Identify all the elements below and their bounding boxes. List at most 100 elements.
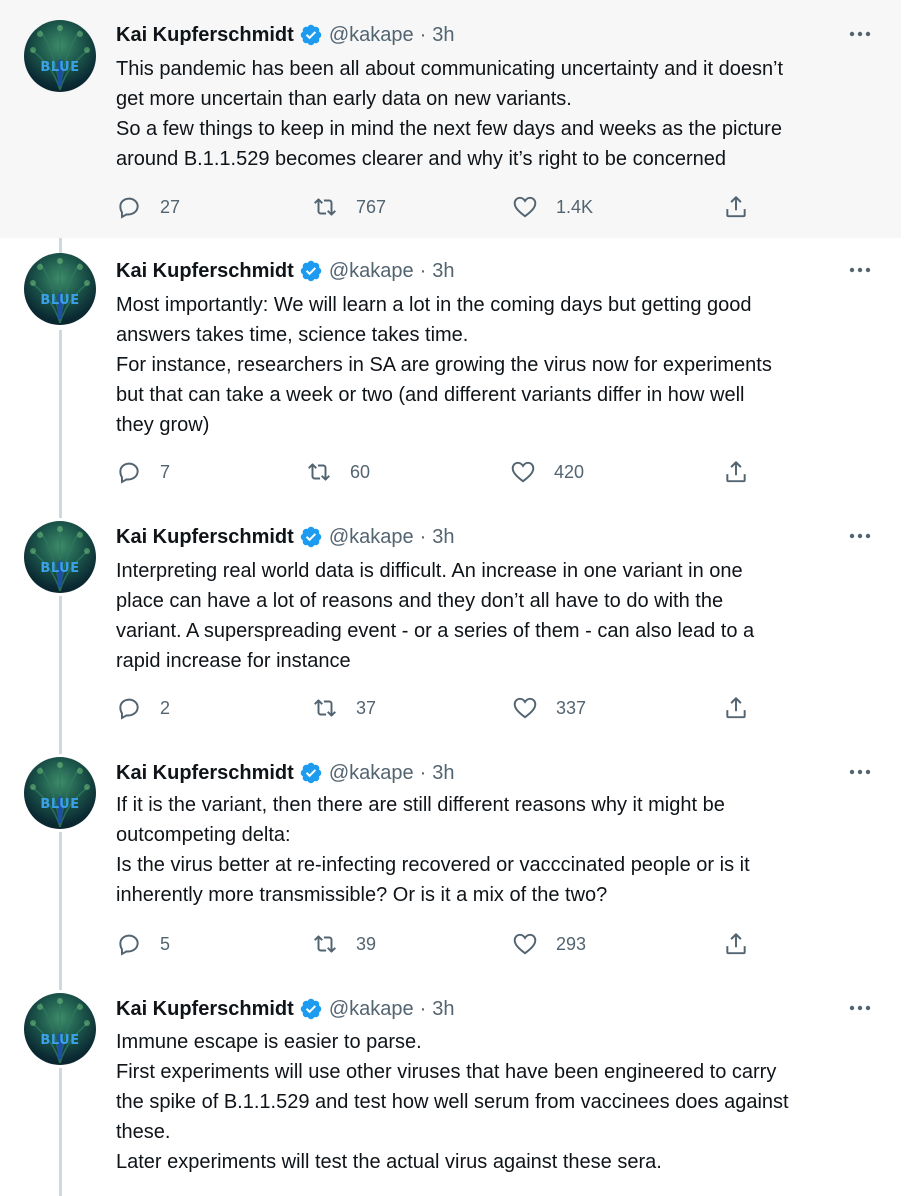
tweet-line: these.: [116, 1121, 171, 1143]
retweet-icon: [314, 699, 336, 717]
author-handle[interactable]: @kakape: [329, 24, 414, 47]
timestamp[interactable]: 3h: [432, 762, 454, 785]
tweet-line: First experiments will use other viruses…: [116, 1061, 777, 1083]
avatar[interactable]: BLUE: [24, 20, 96, 92]
share-button[interactable]: [723, 192, 749, 222]
separator: ·: [419, 525, 427, 548]
reply-icon: [119, 197, 139, 219]
avatar[interactable]: BLUE: [24, 993, 96, 1065]
retweet-count: 37: [356, 697, 377, 718]
author-name[interactable]: Kai Kupferschmidt: [116, 998, 294, 1021]
retweet-icon: [314, 198, 336, 216]
retweet-button[interactable]: 39: [312, 929, 376, 959]
reply-button[interactable]: 27: [116, 192, 180, 222]
like-button[interactable]: 337: [512, 693, 586, 723]
author-handle[interactable]: @kakape: [329, 260, 414, 283]
reply-button[interactable]: 2: [116, 693, 170, 723]
timestamp[interactable]: 3h: [432, 526, 454, 549]
retweet-button[interactable]: 60: [306, 457, 370, 487]
share-button[interactable]: [723, 693, 749, 723]
author-name[interactable]: Kai Kupferschmidt: [116, 762, 294, 785]
tweet[interactable]: BLUE Kai Kupferschmidt @kakape · 3h Inte…: [0, 504, 901, 740]
like-button[interactable]: 420: [510, 457, 584, 487]
tweet[interactable]: BLUE Kai Kupferschmidt @kakape · 3h This…: [0, 0, 901, 238]
tweet-thread: BLUE Kai Kupferschmidt @kakape · 3h This…: [0, 0, 901, 1196]
author-name[interactable]: Kai Kupferschmidt: [116, 526, 294, 549]
separator: ·: [419, 259, 427, 282]
like-button[interactable]: 1.4K: [512, 192, 593, 222]
tweet-line: Is the virus better at re-infecting reco…: [116, 854, 750, 876]
share-button[interactable]: [723, 929, 749, 959]
tweet-line: variant. A superspreading event - or a s…: [116, 620, 755, 642]
reply-count: 2: [160, 697, 171, 718]
retweet-button[interactable]: 767: [312, 192, 386, 222]
tweet[interactable]: BLUE Kai Kupferschmidt @kakape · 3h Most…: [0, 238, 901, 504]
avatar-text: BLUE: [40, 561, 80, 576]
more-options-icon[interactable]: [848, 766, 872, 778]
like-count: 420: [554, 461, 585, 482]
more-options-icon[interactable]: [848, 28, 872, 40]
tweet-header: Kai Kupferschmidt @kakape · 3h: [116, 22, 455, 48]
author-name[interactable]: Kai Kupferschmidt: [116, 260, 294, 283]
tweet-line: inherently more transmissible? Or is it …: [116, 884, 608, 906]
tweet-line: So a few things to keep in mind the next…: [116, 118, 782, 140]
reply-button[interactable]: 7: [116, 457, 170, 487]
avatar[interactable]: BLUE: [24, 253, 96, 325]
like-button[interactable]: 293: [512, 929, 586, 959]
tweet-line: but that can take a week or two (and dif…: [116, 384, 745, 406]
tweet-header: Kai Kupferschmidt @kakape · 3h: [116, 996, 455, 1022]
reply-count: 7: [160, 461, 171, 482]
tweet-text: Immune escape is easier to parse. First …: [116, 1027, 886, 1177]
tweet-line: Immune escape is easier to parse.: [116, 1031, 422, 1053]
separator: ·: [419, 997, 427, 1020]
verified-badge-icon: [300, 526, 322, 548]
tweet-text: Most importantly: We will learn a lot in…: [116, 290, 886, 440]
avatar-text: BLUE: [40, 293, 80, 308]
tweet-line: rapid increase for instance: [116, 650, 351, 672]
avatar[interactable]: BLUE: [24, 757, 96, 829]
timestamp[interactable]: 3h: [432, 260, 454, 283]
retweet-icon: [314, 935, 336, 953]
separator: ·: [419, 761, 427, 784]
author-handle[interactable]: @kakape: [329, 998, 414, 1021]
tweet-text: If it is the variant, then there are sti…: [116, 790, 886, 910]
like-count: 1.4K: [556, 196, 594, 217]
separator: ·: [419, 23, 427, 46]
reply-count: 27: [160, 196, 181, 217]
more-options-icon[interactable]: [848, 530, 872, 542]
reply-icon: [119, 462, 139, 484]
tweet-header: Kai Kupferschmidt @kakape · 3h: [116, 524, 455, 550]
tweet-header: Kai Kupferschmidt @kakape · 3h: [116, 258, 455, 284]
more-options-icon[interactable]: [848, 264, 872, 276]
tweet-line: This pandemic has been all about communi…: [116, 58, 784, 80]
tweet-line: Interpreting real world data is difficul…: [116, 560, 743, 582]
retweet-button[interactable]: 37: [312, 693, 376, 723]
reply-button[interactable]: 5: [116, 929, 170, 959]
tweet-line: If it is the variant, then there are sti…: [116, 794, 725, 816]
avatar[interactable]: BLUE: [24, 521, 96, 593]
author-name[interactable]: Kai Kupferschmidt: [116, 24, 294, 47]
more-options-icon[interactable]: [848, 1002, 872, 1014]
like-count: 293: [556, 933, 587, 954]
tweet[interactable]: BLUE Kai Kupferschmidt @kakape · 3h Immu…: [0, 976, 901, 1196]
tweet-text: This pandemic has been all about communi…: [116, 54, 886, 174]
avatar-text: BLUE: [40, 797, 80, 812]
retweet-count: 39: [356, 933, 377, 954]
tweet-actions: 5 39 293: [116, 929, 766, 959]
avatar-text: BLUE: [40, 1033, 80, 1048]
tweet-line: get more uncertain than early data on ne…: [116, 88, 572, 110]
author-handle[interactable]: @kakape: [329, 526, 414, 549]
tweet-header: Kai Kupferschmidt @kakape · 3h: [116, 760, 455, 786]
timestamp[interactable]: 3h: [432, 24, 454, 47]
tweet-line: For instance, researchers in SA are grow…: [116, 354, 772, 376]
author-handle[interactable]: @kakape: [329, 762, 414, 785]
verified-badge-icon: [300, 260, 322, 282]
tweet-line: outcompeting delta:: [116, 824, 291, 846]
tweet-actions: 7 60 420: [116, 457, 766, 487]
share-button[interactable]: [723, 457, 749, 487]
tweet-text: Interpreting real world data is difficul…: [116, 556, 886, 676]
timestamp[interactable]: 3h: [432, 998, 454, 1021]
retweet-icon: [308, 463, 330, 481]
reply-count: 5: [160, 933, 171, 954]
tweet[interactable]: BLUE Kai Kupferschmidt @kakape · 3h If i…: [0, 740, 901, 976]
